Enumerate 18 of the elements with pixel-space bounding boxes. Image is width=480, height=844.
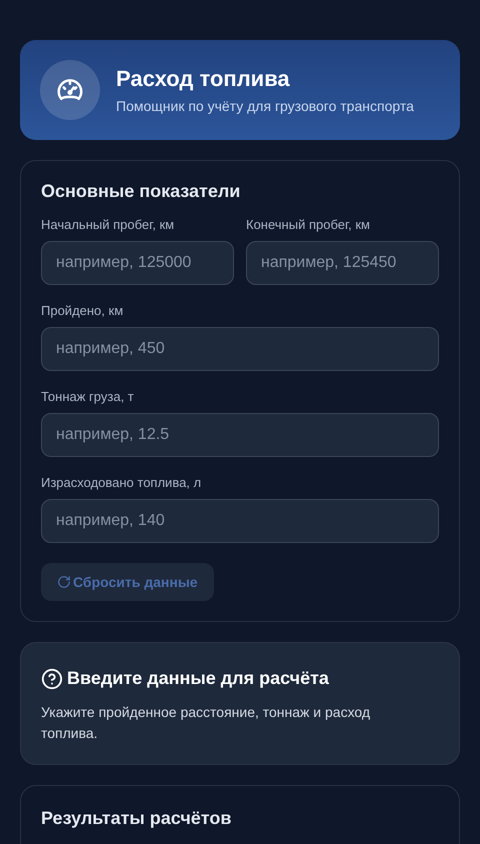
app-subtitle: Помощник по учёту для грузового транспорта — [116, 97, 414, 115]
card-title: Результаты расчётов — [41, 807, 232, 830]
field-label: Пройдено, км — [41, 302, 124, 320]
input-field[interactable]: например, 140 — [41, 499, 439, 543]
input-field[interactable]: например, 12.5 — [41, 413, 439, 457]
app-title: Расход топлива — [116, 65, 291, 93]
field-label: Начальный пробег, км — [41, 216, 176, 234]
field-label: Тоннаж груза, т — [41, 388, 135, 406]
field-label: Конечный пробег, км — [246, 216, 371, 234]
refresh-icon — [57, 575, 71, 589]
help-icon — [41, 668, 63, 690]
field-label: Израсходовано топлива, л — [41, 474, 202, 492]
hint-title: Введите данные для расчёта — [67, 667, 329, 690]
input-field[interactable]: например, 450 — [41, 327, 439, 371]
card-title: Основные показатели — [41, 180, 242, 203]
input-field[interactable]: например, 125450 — [246, 241, 439, 285]
input-field[interactable]: например, 125000 — [41, 241, 234, 285]
hint-text: Укажите пройденное расстояние, тоннаж и расход топлива. — [41, 703, 372, 743]
